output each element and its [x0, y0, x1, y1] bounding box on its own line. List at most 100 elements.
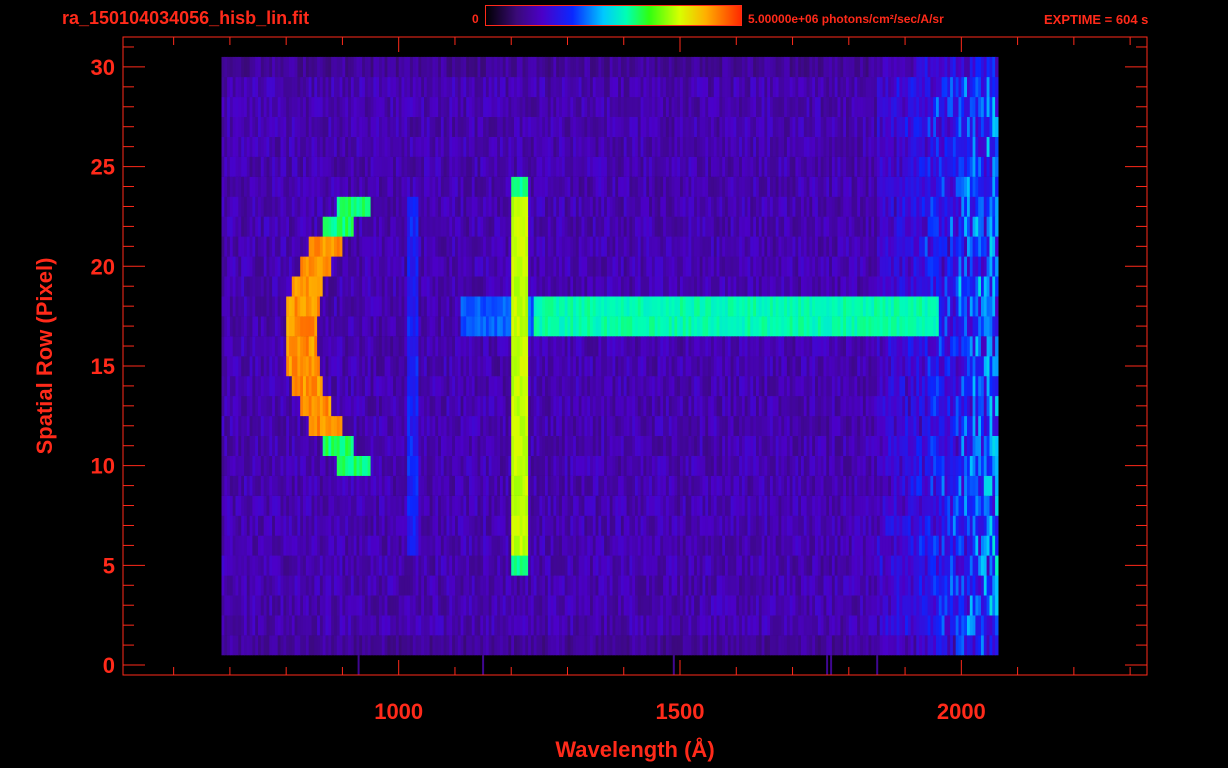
heatmap-cell: [325, 395, 329, 417]
heatmap-cell: [730, 395, 734, 417]
heatmap-cell: [429, 575, 433, 596]
heatmap-cell: [260, 575, 265, 596]
heatmap-cell: [325, 515, 329, 536]
heatmap-cell: [260, 395, 265, 417]
heatmap-cell: [685, 575, 689, 596]
heatmap-cell: [921, 336, 926, 357]
heatmap-cell: [899, 395, 903, 417]
heatmap-cell: [452, 395, 456, 417]
heatmap-cell: [750, 296, 754, 317]
heatmap-cell: [837, 555, 841, 576]
heatmap-cell: [494, 515, 498, 536]
heatmap-cell: [995, 515, 999, 536]
heatmap-cell: [601, 595, 605, 616]
heatmap-cell: [409, 575, 414, 596]
heatmap-cell: [409, 316, 414, 337]
heatmap-cell: [623, 356, 628, 377]
heatmap-cell: [536, 555, 540, 576]
heatmap-cell: [623, 595, 628, 616]
heatmap-cell: [921, 495, 926, 516]
heatmap-cell: [367, 575, 372, 596]
heatmap-cell: [387, 555, 391, 576]
heatmap-cell: [772, 316, 777, 337]
heatmap-cell: [750, 495, 754, 516]
heatmap-cell: [260, 515, 265, 536]
heatmap-cell: [879, 316, 884, 337]
heatmap-cell: [730, 455, 734, 476]
heatmap-cell: [921, 575, 926, 596]
heatmap-cell: [409, 515, 414, 536]
heatmap-cell: [238, 495, 242, 516]
heatmap-cell: [303, 615, 307, 636]
heatmap-cell: [409, 356, 414, 377]
heatmap-cell: [837, 515, 841, 536]
heatmap-cell: [494, 356, 498, 377]
heatmap-cell: [429, 555, 433, 576]
heatmap-cell: [516, 495, 521, 516]
heatmap-cell: [643, 296, 647, 317]
heatmap-cell: [494, 296, 498, 317]
heatmap-cell: [964, 336, 968, 357]
heatmap-cell: [260, 415, 265, 436]
heatmap-cell: [772, 415, 777, 436]
heatmap-cell: [995, 415, 999, 436]
heatmap-cell: [409, 595, 414, 616]
heatmap-cell: [815, 595, 819, 616]
heatmap-cell: [899, 415, 903, 436]
heatmap-cell: [409, 415, 414, 436]
heatmap-cell: [772, 395, 777, 417]
heatmap-cell: [367, 615, 372, 636]
heatmap-cell: [815, 395, 819, 417]
heatmap-cell: [708, 595, 712, 616]
heatmap-cell: [536, 375, 540, 397]
heatmap-cell: [750, 615, 754, 636]
heatmap-cell: [879, 395, 884, 417]
heatmap-cell: [474, 615, 478, 636]
heatmap-cell: [837, 595, 841, 616]
heatmap-cell: [345, 415, 349, 436]
heatmap-cell: [260, 375, 265, 397]
heatmap-cell: [995, 455, 999, 476]
heatmap-cell: [921, 455, 926, 476]
heatmap-cell: [899, 515, 903, 536]
heatmap-cell: [995, 615, 999, 636]
heatmap-cell: [474, 435, 478, 456]
heatmap-cell: [837, 435, 841, 456]
heatmap-cell: [601, 435, 605, 456]
heatmap-cell: [772, 575, 777, 596]
heatmap-cell: [238, 615, 242, 636]
heatmap-cell: [516, 316, 521, 337]
heatmap-cell: [986, 415, 990, 436]
heatmap-cell: [238, 635, 242, 656]
heatmap-cell: [792, 495, 796, 516]
heatmap-cell: [345, 495, 349, 516]
heatmap-cell: [494, 615, 498, 636]
heatmap-cell: [429, 356, 433, 377]
heatmap-cell: [730, 555, 734, 576]
heatmap-cell: [730, 356, 734, 377]
heatmap-cell: [665, 415, 670, 436]
heatmap-cell: [815, 415, 819, 436]
heatmap-cell: [387, 316, 391, 337]
heatmap-cell: [815, 515, 819, 536]
heatmap-cell: [708, 475, 712, 496]
heatmap-cell: [367, 635, 372, 656]
heatmap-cell: [879, 455, 884, 476]
heatmap-cell: [367, 555, 372, 576]
heatmap-cell: [238, 415, 242, 436]
heatmap-cell: [899, 336, 903, 357]
heatmap-cell: [815, 336, 819, 357]
heatmap-cell: [238, 595, 242, 616]
heatmap-cell: [345, 455, 349, 476]
heatmap-cell: [995, 395, 999, 417]
heatmap-cell: [325, 455, 329, 476]
heatmap-cell: [708, 296, 712, 317]
heatmap-cell: [325, 595, 329, 616]
heatmap-cell: [730, 375, 734, 397]
heatmap-cell: [452, 575, 456, 596]
heatmap-cell: [345, 635, 349, 656]
heatmap-cell: [536, 316, 540, 337]
spectral-heatmap: 1000 1500 2000051015202530 Wavelength (Å) …: [32, 36, 1148, 762]
heatmap-cell: [303, 455, 307, 476]
heatmap-cell: [857, 296, 861, 317]
